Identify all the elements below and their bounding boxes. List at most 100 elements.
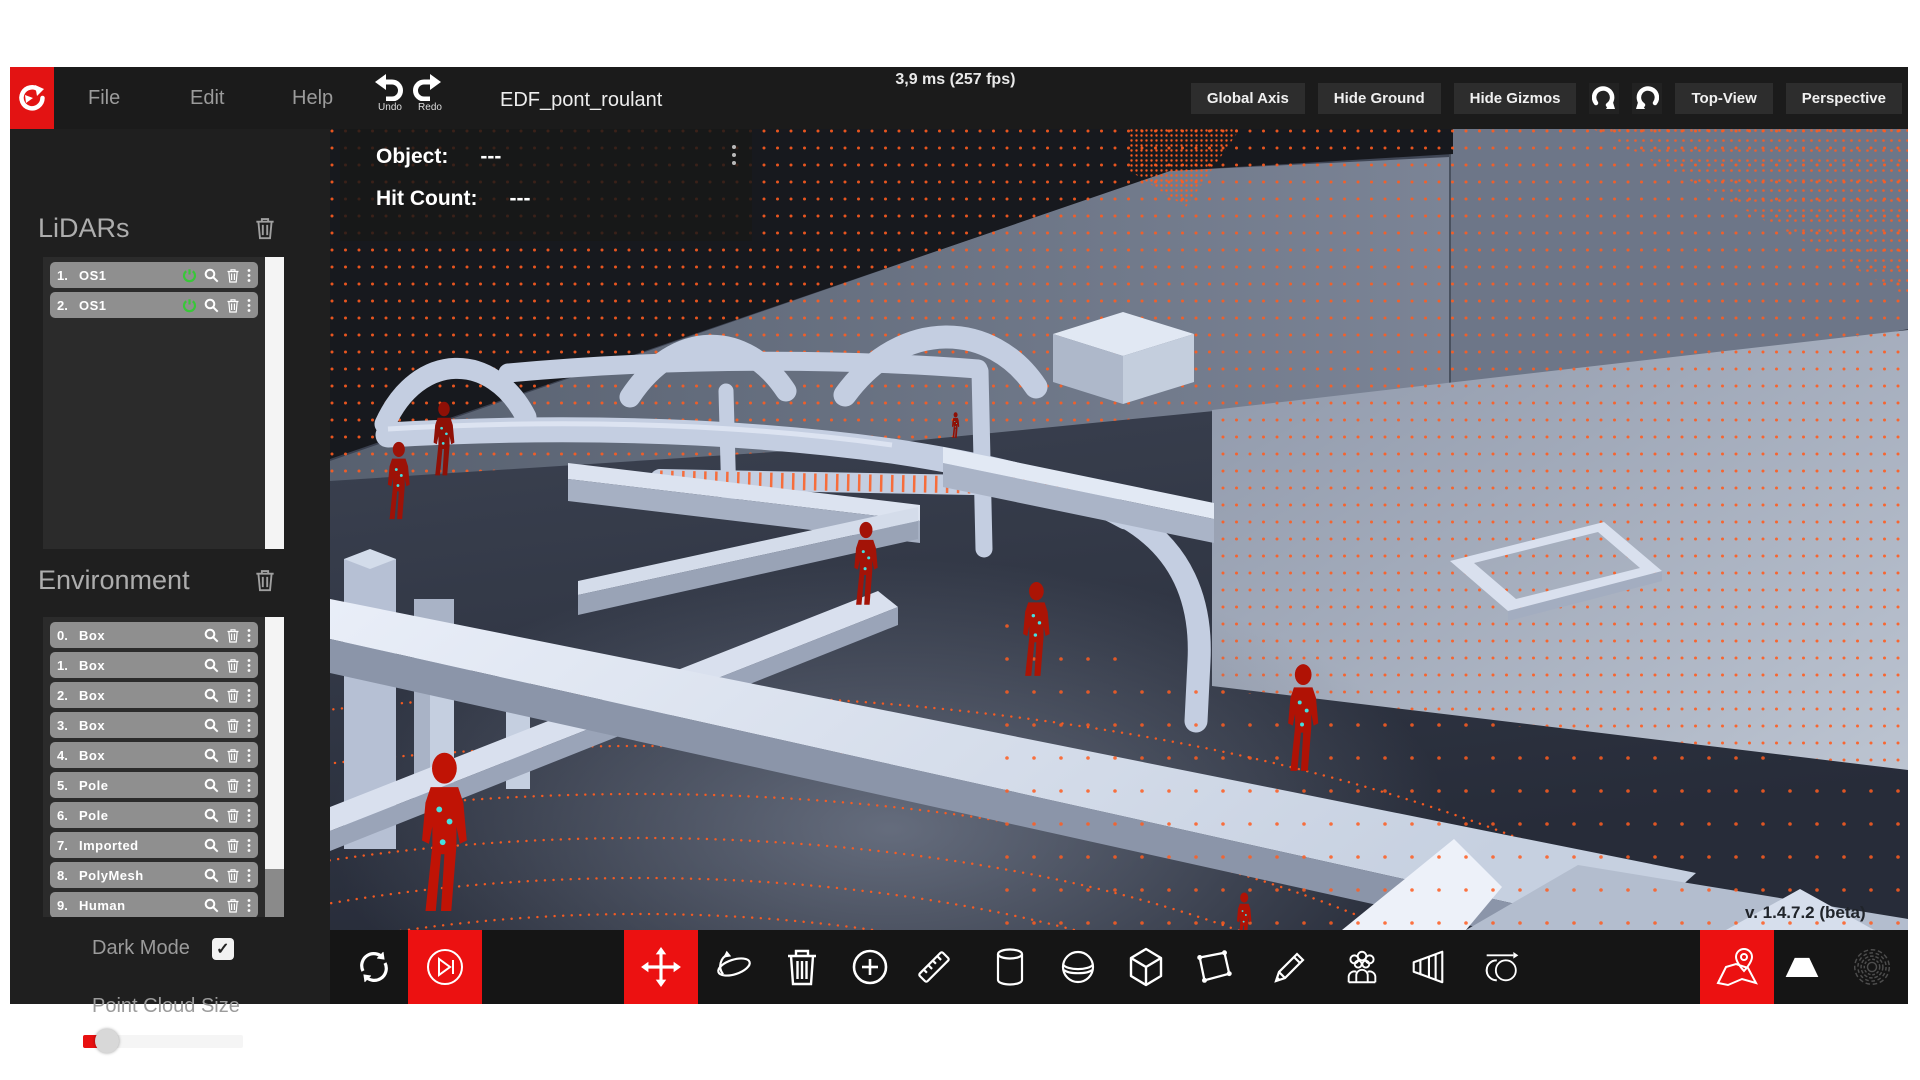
environment-item[interactable]: 3. Box: [50, 712, 258, 738]
lidar-item[interactable]: 2. OS1: [50, 292, 258, 318]
search-icon[interactable]: [204, 898, 219, 913]
power-icon[interactable]: [182, 268, 197, 283]
kebab-menu-icon[interactable]: [247, 838, 251, 853]
environment-scrollbar[interactable]: [265, 617, 284, 917]
env-item-index: 3.: [57, 718, 79, 733]
kebab-menu-icon[interactable]: [247, 298, 251, 313]
trash-icon[interactable]: [226, 748, 240, 763]
kebab-menu-icon[interactable]: [247, 868, 251, 883]
trash-icon[interactable]: [226, 898, 240, 913]
environment-item[interactable]: 9. Human: [50, 892, 258, 917]
trash-icon[interactable]: [226, 298, 240, 313]
trash-icon[interactable]: [226, 688, 240, 703]
environment-item[interactable]: 0. Box: [50, 622, 258, 648]
environment-item[interactable]: 1. Box: [50, 652, 258, 678]
search-icon[interactable]: [204, 718, 219, 733]
search-icon[interactable]: [204, 298, 219, 313]
environment-clear-trash-icon[interactable]: [254, 568, 276, 592]
sphere-icon: [1058, 947, 1098, 987]
motion-trail-button[interactable]: [1480, 947, 1520, 987]
trash-icon[interactable]: [226, 808, 240, 823]
lidar-item[interactable]: 1. OS1: [50, 262, 258, 288]
delete-button[interactable]: [782, 947, 822, 987]
minimap-button[interactable]: [1700, 930, 1774, 1004]
environment-item[interactable]: 4. Box: [50, 742, 258, 768]
trash-icon[interactable]: [226, 838, 240, 853]
search-icon[interactable]: [204, 748, 219, 763]
app-logo[interactable]: [10, 67, 54, 129]
sphere-button[interactable]: [1058, 947, 1098, 987]
trash-icon[interactable]: [226, 868, 240, 883]
search-icon[interactable]: [204, 658, 219, 673]
cube-button[interactable]: [1126, 947, 1166, 987]
top-view-button[interactable]: Top-View: [1675, 83, 1772, 114]
trash-icon[interactable]: [226, 778, 240, 793]
trash-icon[interactable]: [226, 718, 240, 733]
trash-icon[interactable]: [226, 268, 240, 283]
lidars-clear-trash-icon[interactable]: [254, 216, 276, 240]
search-icon[interactable]: [204, 688, 219, 703]
redo-label: Redo: [412, 102, 448, 113]
search-icon[interactable]: [204, 778, 219, 793]
kebab-menu-icon[interactable]: [247, 268, 251, 283]
environment-item[interactable]: 6. Pole: [50, 802, 258, 828]
dark-mode-checkbox[interactable]: ✓: [212, 938, 234, 960]
hide-ground-button[interactable]: Hide Ground: [1318, 83, 1441, 114]
hide-gizmos-button[interactable]: Hide Gizmos: [1454, 83, 1577, 114]
kebab-menu-icon[interactable]: [247, 808, 251, 823]
environment-item[interactable]: 2. Box: [50, 682, 258, 708]
kebab-menu-icon[interactable]: [247, 688, 251, 703]
kebab-menu-icon[interactable]: [247, 898, 251, 913]
kebab-menu-icon[interactable]: [247, 778, 251, 793]
search-icon[interactable]: [204, 808, 219, 823]
slider-thumb[interactable]: [95, 1029, 119, 1053]
search-icon[interactable]: [204, 268, 219, 283]
environment-item[interactable]: 5. Pole: [50, 772, 258, 798]
polygon-icon: [1194, 947, 1234, 987]
hit-count-label: Hit Count:: [376, 187, 477, 211]
menu-help[interactable]: Help: [292, 67, 333, 129]
trash-icon[interactable]: [226, 628, 240, 643]
kebab-menu-icon[interactable]: [247, 748, 251, 763]
trapezoid-button[interactable]: [1782, 947, 1822, 987]
kebab-menu-icon[interactable]: [247, 628, 251, 643]
crowd-button[interactable]: [1342, 947, 1382, 987]
trash-icon[interactable]: [226, 658, 240, 673]
lidars-scrollbar[interactable]: [265, 257, 284, 549]
rotate-ccw-icon: [1635, 86, 1659, 110]
global-axis-button[interactable]: Global Axis: [1191, 83, 1305, 114]
menu-file[interactable]: File: [88, 67, 120, 129]
environment-item[interactable]: 8. PolyMesh: [50, 862, 258, 888]
sync-button[interactable]: [354, 947, 394, 987]
rotate-cw-icon: [1592, 86, 1616, 110]
cylinder-button[interactable]: [990, 947, 1030, 987]
perspective-button[interactable]: Perspective: [1786, 83, 1902, 114]
search-icon[interactable]: [204, 838, 219, 853]
lidar-item-index: 2.: [57, 298, 79, 313]
trapezoid-icon: [1782, 947, 1822, 987]
orbit-button[interactable]: [714, 947, 754, 987]
kebab-menu-icon[interactable]: [247, 718, 251, 733]
draw-button[interactable]: [1270, 947, 1310, 987]
rotate-ccw-button[interactable]: [1632, 83, 1662, 114]
rotate-cw-button[interactable]: [1589, 83, 1619, 114]
move-button[interactable]: [624, 930, 698, 1004]
crowd-icon: [1342, 947, 1382, 987]
ruler-button[interactable]: [914, 947, 954, 987]
redo-button[interactable]: Redo: [412, 73, 448, 113]
environment-item[interactable]: 7. Imported: [50, 832, 258, 858]
kebab-menu-icon[interactable]: [247, 658, 251, 673]
frustum-button[interactable]: [1408, 947, 1448, 987]
undo-button[interactable]: Undo: [372, 73, 408, 113]
overlay-kebab-menu-icon[interactable]: [732, 145, 736, 165]
spiral-button[interactable]: [1852, 947, 1892, 987]
add-button[interactable]: [850, 947, 890, 987]
search-icon[interactable]: [204, 868, 219, 883]
menu-edit[interactable]: Edit: [190, 67, 224, 129]
play-pause-button[interactable]: [408, 930, 482, 1004]
point-cloud-size-slider[interactable]: [83, 1029, 243, 1053]
power-icon[interactable]: [182, 298, 197, 313]
polygon-button[interactable]: [1194, 947, 1234, 987]
search-icon[interactable]: [204, 628, 219, 643]
viewport-3d[interactable]: Object: --- Hit Count: --- v. 1.4.7.2 (b…: [330, 129, 1908, 930]
